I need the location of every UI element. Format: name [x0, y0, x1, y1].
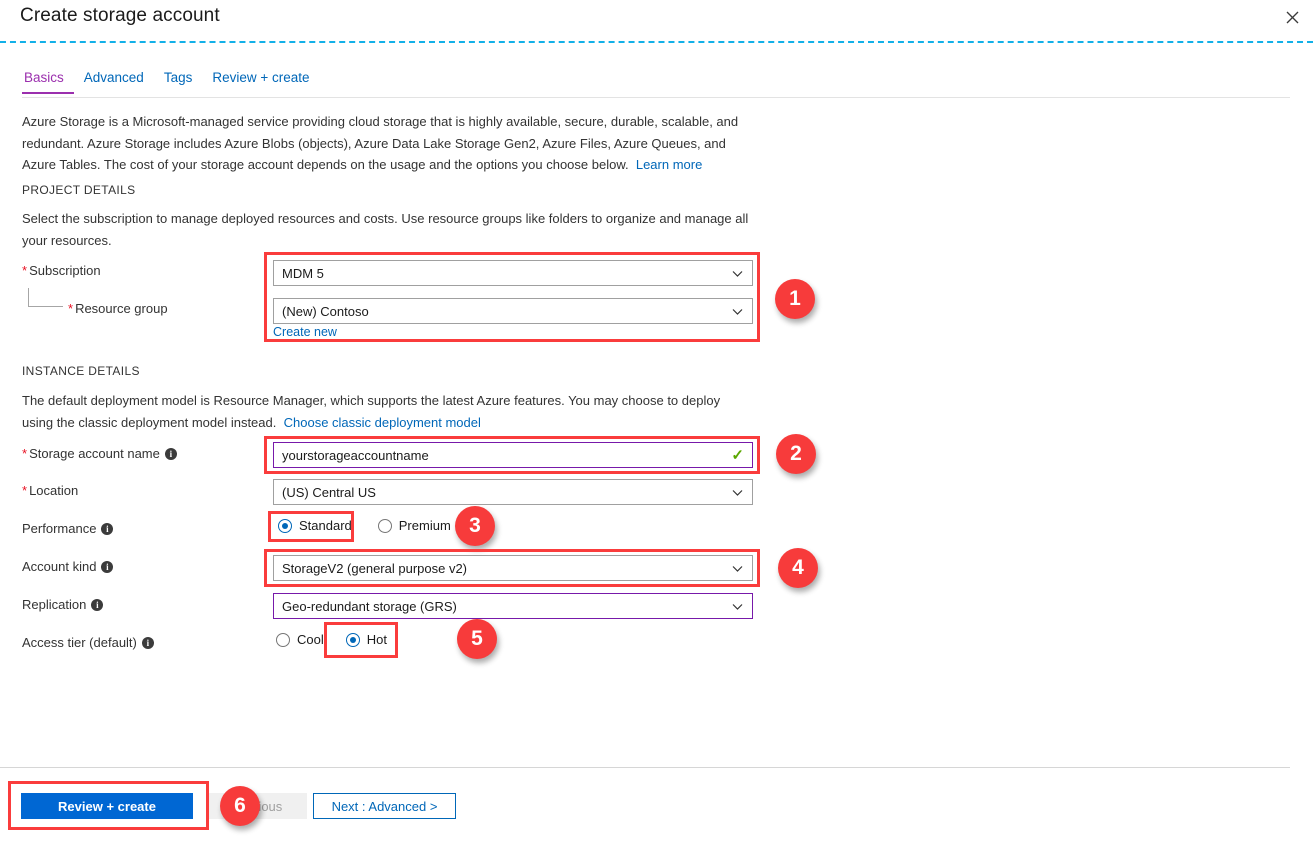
performance-option-standard[interactable]: Standard	[278, 518, 352, 533]
location-value: (US) Central US	[282, 485, 731, 500]
annotation-badge-4: 4	[778, 548, 818, 588]
instance-details-description: The default deployment model is Resource…	[22, 390, 754, 433]
choose-classic-deployment-model-link[interactable]: Choose classic deployment model	[284, 415, 481, 430]
performance-option-premium[interactable]: Premium	[378, 518, 451, 533]
required-asterisk: *	[68, 301, 73, 316]
close-icon[interactable]	[1277, 2, 1307, 32]
resource-group-label: *Resource group	[68, 301, 168, 316]
check-icon: ✓	[731, 448, 744, 463]
resource-group-tree-connector	[28, 288, 63, 307]
project-details-description: Select the subscription to manage deploy…	[22, 208, 754, 251]
account-kind-value: StorageV2 (general purpose v2)	[282, 561, 731, 576]
replication-dropdown[interactable]: Geo-redundant storage (GRS)	[273, 593, 753, 619]
storage-account-name-label-text: Storage account name	[29, 446, 160, 461]
instance-details-heading: INSTANCE DETAILS	[22, 364, 140, 378]
required-asterisk: *	[22, 446, 27, 461]
replication-value: Geo-redundant storage (GRS)	[282, 599, 731, 614]
footer-divider	[0, 767, 1290, 768]
subscription-value: MDM 5	[282, 266, 731, 281]
annotation-badge-2: 2	[776, 434, 816, 474]
account-kind-dropdown[interactable]: StorageV2 (general purpose v2)	[273, 555, 753, 581]
tab-advanced[interactable]: Advanced	[74, 70, 154, 92]
tab-bar-divider	[22, 97, 1290, 98]
chevron-down-icon	[731, 562, 744, 575]
chevron-down-icon	[731, 267, 744, 280]
storage-account-name-value: yourstorageaccountname	[282, 448, 731, 463]
learn-more-link[interactable]: Learn more	[636, 157, 702, 172]
performance-label-text: Performance	[22, 521, 96, 536]
chevron-down-icon	[731, 305, 744, 318]
annotation-badge-3: 3	[455, 506, 495, 546]
replication-label: Replication i	[22, 597, 103, 612]
project-details-heading: PROJECT DETAILS	[22, 183, 136, 197]
storage-account-name-input[interactable]: yourstorageaccountname ✓	[273, 442, 753, 468]
access-tier-option-hot[interactable]: Hot	[346, 632, 387, 647]
performance-label: Performance i	[22, 521, 113, 536]
create-new-resource-group-link[interactable]: Create new	[273, 325, 337, 339]
intro-text: Azure Storage is a Microsoft-managed ser…	[22, 114, 738, 172]
chevron-down-icon	[731, 600, 744, 613]
tab-review-create[interactable]: Review + create	[202, 70, 319, 92]
resource-group-value: (New) Contoso	[282, 304, 731, 319]
chevron-down-icon	[731, 486, 744, 499]
tab-basics[interactable]: Basics	[22, 70, 74, 94]
annotation-badge-5: 5	[457, 619, 497, 659]
tab-bar: Basics Advanced Tags Review + create	[22, 70, 320, 98]
info-icon[interactable]: i	[101, 561, 113, 573]
page-title: Create storage account	[20, 5, 220, 27]
header-dashed-divider	[0, 41, 1313, 43]
annotation-badge-1: 1	[775, 279, 815, 319]
location-label-text: Location	[29, 483, 78, 498]
review-create-button[interactable]: Review + create	[21, 793, 193, 819]
dialog-header: Create storage account	[0, 0, 1313, 41]
required-asterisk: *	[22, 263, 27, 278]
account-kind-label: Account kind i	[22, 559, 113, 574]
info-icon[interactable]: i	[101, 523, 113, 535]
performance-option-premium-label: Premium	[399, 518, 451, 533]
next-advanced-button[interactable]: Next : Advanced >	[313, 793, 456, 819]
access-tier-option-hot-label: Hot	[367, 632, 387, 647]
access-tier-label-text: Access tier (default)	[22, 635, 137, 650]
info-icon[interactable]: i	[165, 448, 177, 460]
resource-group-label-text: Resource group	[75, 301, 168, 316]
performance-radio-group: Standard Premium	[278, 518, 451, 533]
replication-label-text: Replication	[22, 597, 86, 612]
storage-account-name-label: *Storage account name i	[22, 446, 177, 461]
radio-icon	[346, 633, 360, 647]
performance-option-standard-label: Standard	[299, 518, 352, 533]
subscription-label: *Subscription	[22, 263, 101, 278]
tab-tags[interactable]: Tags	[154, 70, 203, 92]
subscription-dropdown[interactable]: MDM 5	[273, 260, 753, 286]
access-tier-option-cool-label: Cool	[297, 632, 324, 647]
intro-paragraph: Azure Storage is a Microsoft-managed ser…	[22, 111, 754, 176]
access-tier-option-cool[interactable]: Cool	[276, 632, 324, 647]
info-icon[interactable]: i	[142, 637, 154, 649]
account-kind-label-text: Account kind	[22, 559, 96, 574]
location-dropdown[interactable]: (US) Central US	[273, 479, 753, 505]
radio-icon	[378, 519, 392, 533]
previous-button[interactable]: Previous	[207, 793, 307, 819]
required-asterisk: *	[22, 483, 27, 498]
info-icon[interactable]: i	[91, 599, 103, 611]
subscription-label-text: Subscription	[29, 263, 101, 278]
location-label: *Location	[22, 483, 78, 498]
radio-icon	[276, 633, 290, 647]
radio-icon	[278, 519, 292, 533]
access-tier-label: Access tier (default) i	[22, 635, 154, 650]
resource-group-dropdown[interactable]: (New) Contoso	[273, 298, 753, 324]
access-tier-radio-group: Cool Hot	[276, 632, 387, 647]
